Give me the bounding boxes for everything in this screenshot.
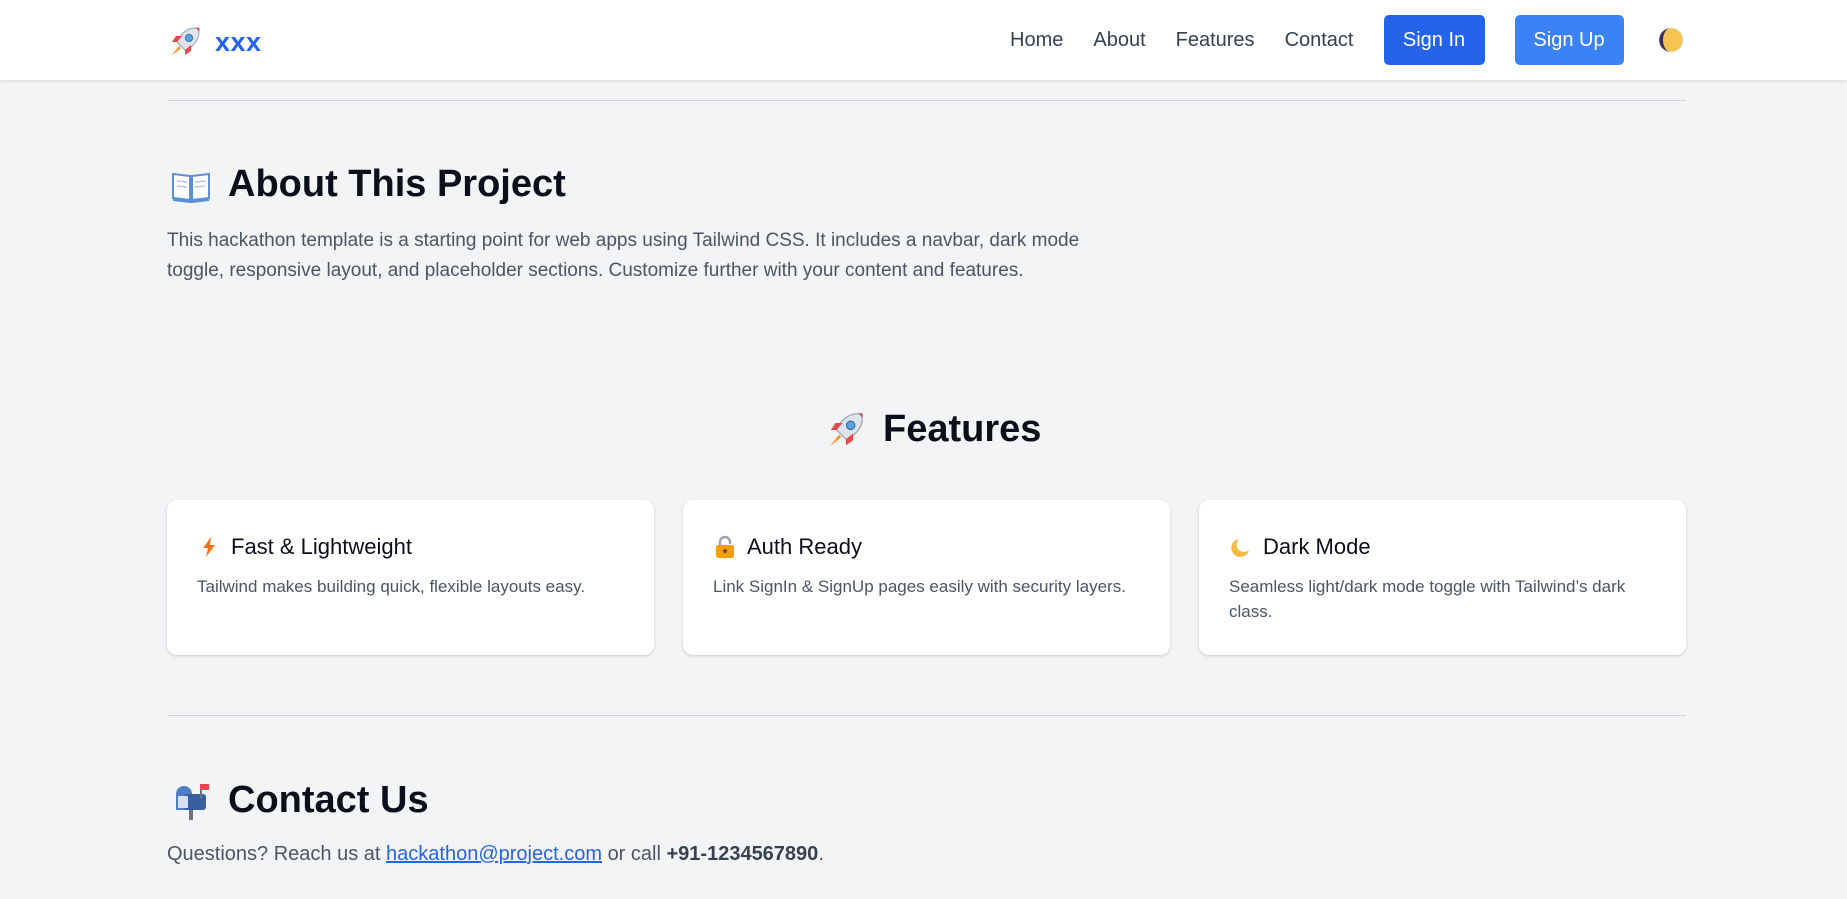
contact-text: Questions? Reach us at hackathon@project… <box>167 843 824 866</box>
contact-email-link[interactable]: hackathon@project.com <box>386 843 602 865</box>
lightning-icon <box>203 537 215 557</box>
nav-link-about[interactable]: About <box>1093 29 1145 52</box>
brand-logo[interactable]: xxx <box>167 22 262 62</box>
nav-link-features[interactable]: Features <box>1176 29 1255 52</box>
rocket-icon <box>829 412 863 446</box>
feature-card-title-text: Fast & Lightweight <box>231 534 412 559</box>
feature-card: Fast & Lightweight Tailwind makes buildi… <box>167 500 654 655</box>
feature-card: Auth Ready Link SignIn & SignUp pages ea… <box>683 500 1170 655</box>
features-heading: Features <box>825 408 1041 451</box>
sign-up-button[interactable]: Sign Up <box>1514 15 1624 65</box>
feature-card: Dark Mode Seamless light/dark mode toggl… <box>1199 500 1686 655</box>
rocket-icon <box>171 27 200 56</box>
contact-heading: Contact Us <box>170 779 429 822</box>
features-heading-text: Features <box>883 408 1042 450</box>
section-divider <box>167 715 1686 716</box>
navbar: xxx Home About Features Contact Sign In … <box>0 0 1847 80</box>
moon-icon <box>1231 539 1249 557</box>
about-description: This hackathon template is a starting po… <box>167 230 1080 281</box>
nav-links: Home About Features Contact Sign In Sign… <box>1010 0 1684 80</box>
about-heading-text: About This Project <box>228 163 566 205</box>
feature-card-title-text: Dark Mode <box>1263 534 1371 559</box>
contact-middle: or call <box>607 843 661 865</box>
feature-card-text: Link SignIn & SignUp pages easily with s… <box>713 577 1126 596</box>
section-divider <box>167 100 1686 101</box>
feature-card-title: Fast & Lightweight <box>197 534 624 560</box>
nav-link-home[interactable]: Home <box>1010 29 1063 52</box>
dark-mode-toggle-icon[interactable] <box>1658 27 1684 53</box>
feature-card-title-text: Auth Ready <box>747 534 862 559</box>
feature-card-text: Tailwind makes building quick, flexible … <box>197 577 586 596</box>
contact-heading-text: Contact Us <box>228 779 429 821</box>
feature-card-title: Auth Ready <box>713 534 1140 560</box>
sign-in-button[interactable]: Sign In <box>1383 15 1485 65</box>
feature-card-text: Seamless light/dark mode toggle with Tai… <box>1229 577 1626 621</box>
mailbox-icon <box>176 783 209 820</box>
contact-suffix: . <box>818 843 824 865</box>
nav-link-contact[interactable]: Contact <box>1285 29 1354 52</box>
open-book-icon <box>172 172 210 203</box>
feature-card-title: Dark Mode <box>1229 534 1656 560</box>
contact-prefix: Questions? Reach us at <box>167 843 381 865</box>
about-heading: About This Project <box>170 163 566 206</box>
page: xxx Home About Features Contact Sign In … <box>0 0 1847 899</box>
lock-icon <box>716 535 734 558</box>
contact-phone: +91-1234567890 <box>666 843 819 865</box>
brand-name: xxx <box>215 26 262 57</box>
